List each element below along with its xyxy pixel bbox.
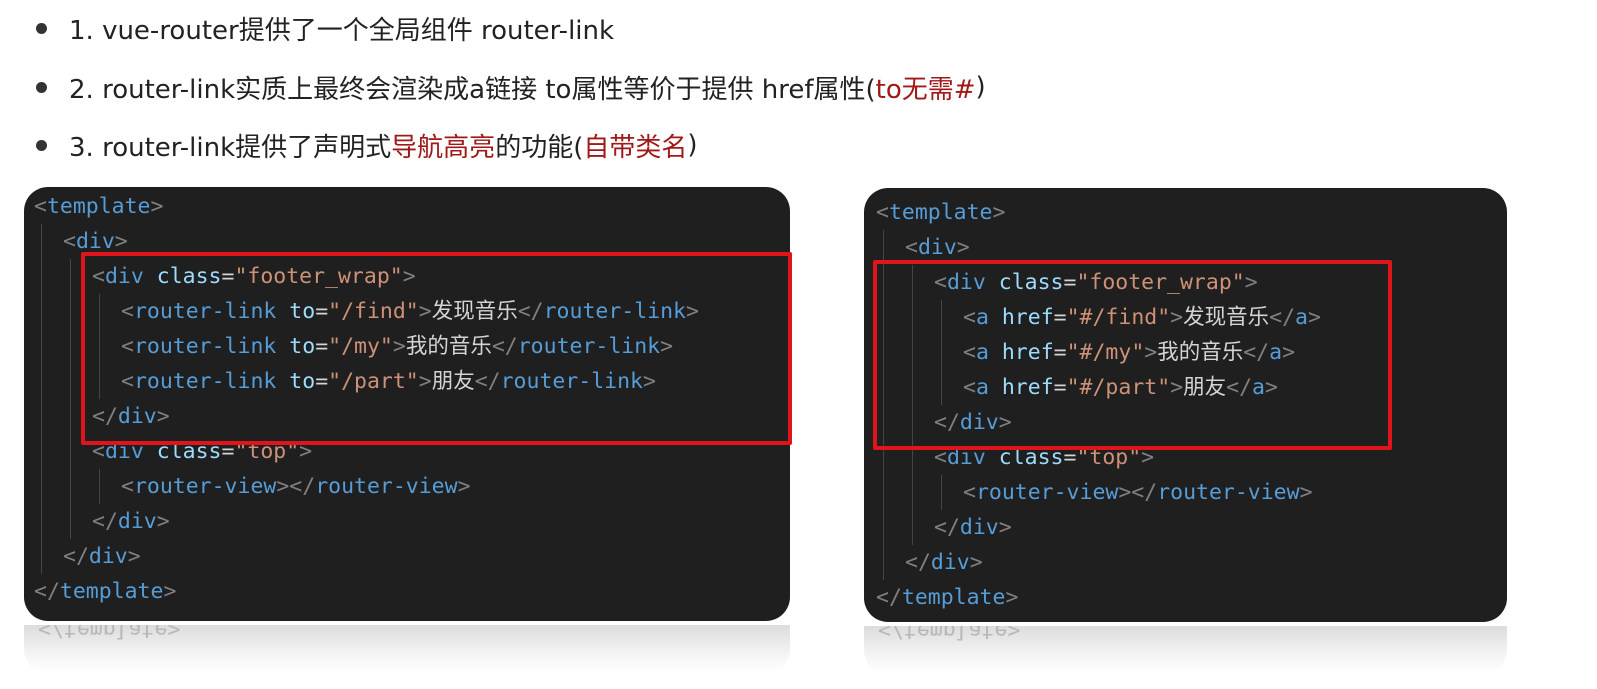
bullet-text-3-emphasis-2: 自带类名	[583, 132, 688, 163]
code-token: </	[905, 550, 931, 575]
code-token: </	[92, 509, 118, 534]
code-token: <	[121, 474, 134, 499]
reflection-text-right: </template>	[878, 626, 1021, 643]
indent-guide	[99, 469, 100, 504]
code-line: </div>	[905, 545, 983, 580]
code-token: </	[34, 579, 60, 604]
code-token: router-view	[1157, 480, 1300, 505]
code-token: div	[75, 229, 115, 254]
code-token: template	[888, 200, 993, 225]
code-token: >	[163, 579, 177, 604]
code-token: div	[88, 544, 128, 569]
code-panel-reflection-left: </template>	[24, 625, 790, 673]
code-token: ></	[276, 474, 316, 499]
code-panel-reflection-right: </template>	[864, 626, 1507, 674]
bullet-dot-icon	[36, 139, 47, 151]
bullet-item-1: 1. vue-router提供了一个全局组件 router-link	[36, 8, 614, 48]
code-token: template	[901, 585, 1006, 610]
code-line: </template>	[876, 580, 1018, 615]
highlight-box-router-link	[81, 252, 792, 445]
indent-guide	[941, 475, 942, 510]
code-line: </template>	[34, 574, 176, 609]
code-token: div	[117, 509, 157, 534]
code-token: >	[956, 235, 970, 260]
code-token: >	[1005, 585, 1019, 610]
code-token: </	[63, 544, 89, 569]
bullet-text-1: 1. vue-router提供了一个全局组件 router-link	[69, 15, 615, 46]
bullet-text-3-pre: 3. router-link提供了声明式	[69, 132, 392, 163]
code-token: </	[876, 585, 902, 610]
code-line: <router-view></router-view>	[963, 475, 1313, 510]
code-token: template	[59, 579, 164, 604]
indent-guide	[41, 224, 42, 574]
code-token: >	[992, 200, 1006, 225]
code-token: div	[917, 235, 957, 260]
bullet-text-2-pre: 2. router-link实质上最终会渲染成a链接 to属性等价于提供 hre…	[69, 74, 876, 105]
code-token: <	[34, 194, 47, 219]
bullet-item-2: 2. router-link实质上最终会渲染成a链接 to属性等价于提供 hre…	[36, 67, 986, 107]
code-line: </div>	[63, 539, 141, 574]
code-token: <	[963, 480, 976, 505]
code-token: router-view	[975, 480, 1119, 505]
bullet-item-3: 3. router-link提供了声明式 导航高亮 的功能(自带类名)	[36, 125, 698, 165]
code-token: >	[150, 194, 164, 219]
bullet-dot-icon	[36, 81, 47, 93]
code-token: <	[876, 200, 889, 225]
code-line: <template>	[876, 195, 1005, 230]
code-token: template	[46, 194, 151, 219]
indent-guide	[70, 259, 71, 539]
code-token: router-view	[133, 474, 277, 499]
code-token: div	[930, 550, 970, 575]
code-token: >	[998, 515, 1012, 540]
code-token: >	[156, 509, 170, 534]
code-token: >	[1299, 480, 1313, 505]
code-token: >	[127, 544, 141, 569]
bullet-text-3-mid: 的功能(	[495, 132, 584, 163]
reflection-text-left: </template>	[38, 625, 181, 642]
code-line: </div>	[92, 504, 170, 539]
bullet-text-2-emphasis: to无需#	[875, 74, 976, 105]
bullet-text-3-post: )	[687, 130, 698, 160]
code-line: </div>	[934, 510, 1012, 545]
code-token: </	[934, 515, 960, 540]
code-token: <	[905, 235, 918, 260]
bullet-dot-icon	[36, 22, 47, 34]
highlight-box-anchor	[873, 260, 1392, 450]
code-token: <	[63, 229, 76, 254]
code-token: >	[969, 550, 983, 575]
code-line: <router-view></router-view>	[121, 469, 471, 504]
code-token: router-view	[315, 474, 458, 499]
code-token: >	[457, 474, 471, 499]
bullet-text-2-post: )	[975, 72, 986, 102]
code-token: div	[959, 515, 999, 540]
bullet-text-3-emphasis-1: 导航高亮	[391, 132, 496, 163]
code-line: <template>	[34, 189, 163, 224]
code-token: >	[114, 229, 128, 254]
code-token: ></	[1118, 480, 1158, 505]
